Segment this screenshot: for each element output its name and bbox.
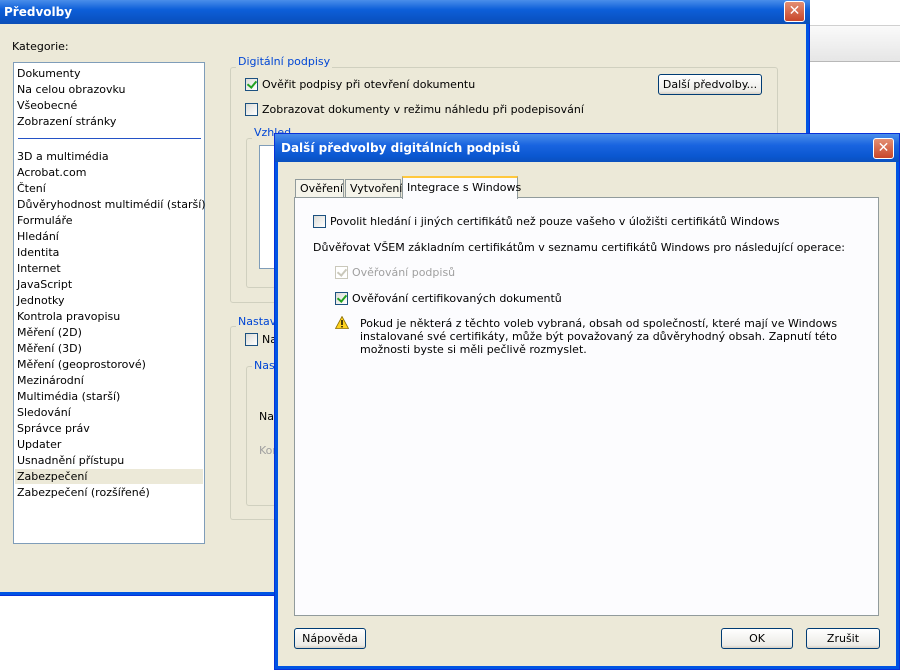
category-item[interactable]: Acrobat.com [17, 165, 86, 180]
category-item[interactable]: Měření (geoprostorové) [17, 357, 146, 372]
verify-on-open-label: Ověřit podpisy při otevření dokumentu [262, 78, 476, 91]
categories-list[interactable]: Dokumenty Na celou obrazovku Všeobecné Zobr… [13, 62, 206, 544]
preferences-close-button[interactable]: ✕ [784, 1, 805, 22]
preview-mode-label: Zobrazovat dokumenty v režimu náhledu př… [262, 103, 584, 116]
trust-description: Důvěřovat VŠEM základním certifikátům v … [313, 241, 845, 254]
category-item[interactable]: Mezinárodní [17, 373, 84, 388]
category-item[interactable]: Jednotky [17, 293, 65, 308]
cancel-button[interactable]: Zrušit [806, 628, 880, 649]
background-app-header [808, 0, 900, 26]
category-item[interactable]: Kontrola pravopisu [17, 309, 120, 324]
dialog-title: Další předvolby digitálních podpisů [281, 141, 521, 155]
help-button[interactable]: Nápověda [294, 628, 366, 649]
category-item[interactable]: JavaScript [17, 277, 72, 292]
security-checkbox[interactable] [245, 333, 258, 346]
allow-search-checkbox[interactable] [313, 215, 326, 228]
categories-label: Kategorie: [12, 40, 69, 53]
allow-search-label: Povolit hledání i jiných certifikátů než… [330, 215, 780, 228]
tab-creation[interactable]: Vytvoření [345, 179, 402, 198]
digital-signature-preferences-dialog: Další předvolby digitálních podpisů ✕ Ov… [274, 133, 900, 670]
category-item[interactable]: Zobrazení stránky [17, 114, 116, 129]
preview-mode-checkbox[interactable] [245, 103, 258, 116]
validate-certified-checkbox[interactable] [335, 292, 348, 305]
dialog-titlebar: Další předvolby digitálních podpisů [275, 134, 899, 162]
category-item[interactable]: Hledání [17, 229, 59, 244]
category-item[interactable]: Multimédia (starší) [17, 389, 120, 404]
category-item[interactable]: Sledování [17, 405, 71, 420]
category-item[interactable]: Identita [17, 245, 59, 260]
verify-on-open-checkbox[interactable] [245, 78, 258, 91]
category-item[interactable]: Měření (2D) [17, 325, 82, 340]
category-item[interactable]: Všeobecné [17, 98, 77, 113]
category-item[interactable]: Čtení [17, 181, 46, 196]
dialog-close-button[interactable]: ✕ [873, 138, 894, 159]
validate-signatures-label: Ověřování podpisů [352, 266, 456, 279]
category-item[interactable]: Správce práv [17, 421, 90, 436]
close-icon: ✕ [877, 140, 890, 156]
background-app-toolbar [808, 26, 900, 62]
more-preferences-button[interactable]: Další předvolby... [658, 74, 762, 95]
category-item[interactable]: Na celou obrazovku [17, 82, 126, 97]
category-item-selected[interactable]: Zabezpečení [15, 469, 203, 484]
ok-button[interactable]: OK [721, 628, 793, 649]
category-item[interactable]: Updater [17, 437, 61, 452]
warning-icon [335, 316, 349, 329]
tab-verification[interactable]: Ověření [295, 179, 344, 198]
validate-signatures-checkbox[interactable] [335, 266, 348, 279]
category-separator [18, 138, 201, 139]
validate-certified-label: Ověřování certifikovaných dokumentů [352, 292, 562, 305]
preferences-title: Předvolby [4, 5, 73, 19]
category-item[interactable]: Formuláře [17, 213, 73, 228]
warning-text: Pokud je některá z těchto voleb vybraná,… [360, 317, 838, 356]
category-item[interactable]: Usnadnění přístupu [17, 453, 124, 468]
windows-integration-panel: Povolit hledání i jiných certifikátů než… [294, 197, 879, 616]
close-icon: ✕ [788, 3, 801, 19]
digital-signatures-group-title: Digitální podpisy [236, 55, 333, 68]
category-item[interactable]: Internet [17, 261, 61, 276]
category-item[interactable]: Měření (3D) [17, 341, 82, 356]
category-item[interactable]: Důvěryhodnost multimédií (starší) [17, 197, 206, 212]
category-item[interactable]: 3D a multimédia [17, 149, 109, 164]
category-item[interactable]: Zabezpečení (rozšířené) [17, 485, 150, 500]
tab-windows-integration[interactable]: Integrace s Windows [402, 176, 521, 199]
category-item[interactable]: Dokumenty [17, 66, 80, 81]
preferences-titlebar: Předvolby [0, 0, 810, 24]
